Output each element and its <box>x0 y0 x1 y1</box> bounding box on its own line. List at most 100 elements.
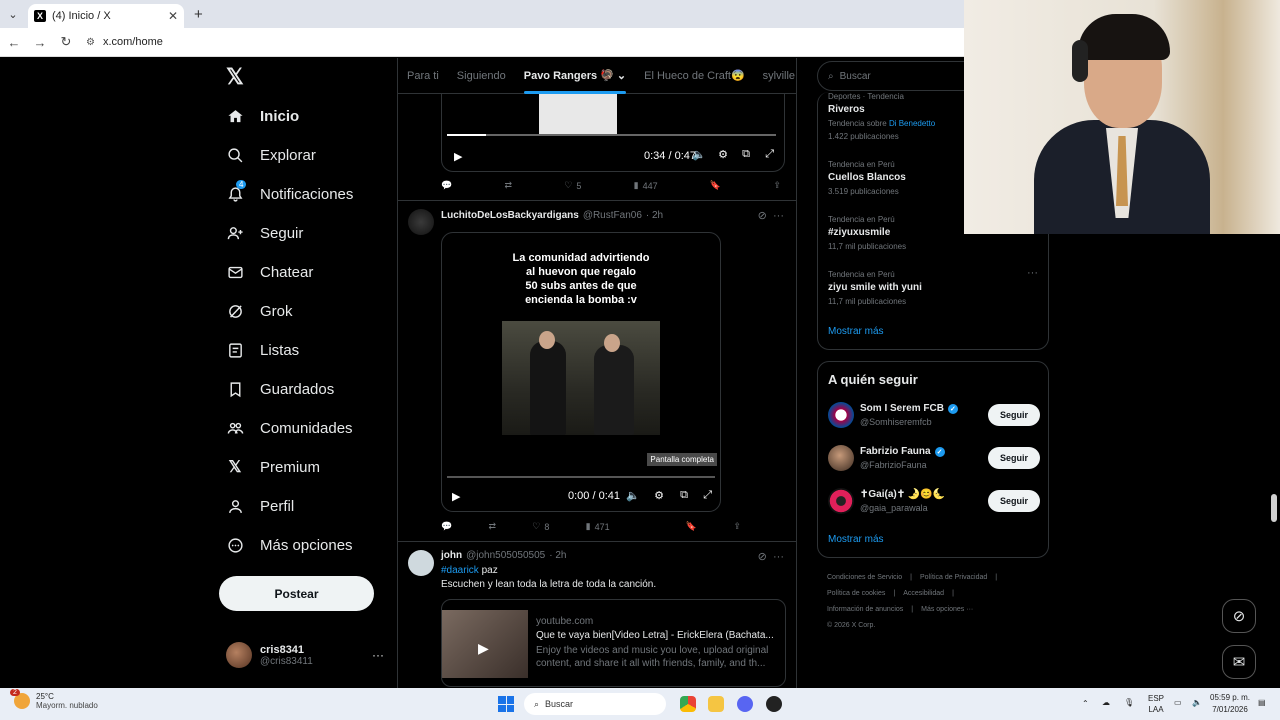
fullscreen-icon[interactable]: ⤢ <box>765 148 774 161</box>
like-button[interactable]: ♡ 5 <box>564 180 581 191</box>
share-icon[interactable]: ⇪ <box>733 521 741 532</box>
more-horizontal-icon[interactable]: ··· <box>773 551 784 563</box>
reply-icon[interactable]: 💬 <box>441 521 452 532</box>
site-info-icon[interactable]: ⚙ <box>86 37 95 48</box>
discord-icon[interactable] <box>737 696 753 712</box>
clock[interactable]: 05:59 p. m. 7/01/2026 <box>1210 692 1250 716</box>
follow-suggestion[interactable]: ✝Gai(a)✝ 🌛😊🌜 @gaia_parawala Seguir <box>828 485 1040 517</box>
nav-premium[interactable]: 𝕏 Premium <box>226 454 320 480</box>
video-player[interactable]: ▶ 0:34 / 0:47 🔈 ⚙ ⧉ ⤢ <box>441 94 785 172</box>
nav-chat[interactable]: Chatear <box>226 259 313 285</box>
settings-icon[interactable]: ⚙ <box>654 489 664 502</box>
x-logo-icon[interactable]: 𝕏 <box>226 64 244 90</box>
chevron-up-icon[interactable]: ⌃ <box>1082 699 1089 708</box>
tweet-author-handle[interactable]: @john505050505 <box>466 550 545 561</box>
grok-fab-icon[interactable]: ⊘ <box>1222 599 1256 633</box>
chrome-icon[interactable] <box>680 696 696 712</box>
messages-fab-icon[interactable]: ✉ <box>1222 645 1256 679</box>
like-button[interactable]: ♡ 8 <box>532 521 549 532</box>
microphone-icon[interactable]: 🎙 <box>1124 698 1134 707</box>
nav-profile[interactable]: Perfil <box>226 493 294 519</box>
tab-search-icon[interactable]: ⌄ <box>0 0 26 28</box>
nav-grok[interactable]: Grok <box>226 298 293 324</box>
follow-button[interactable]: Seguir <box>988 490 1040 512</box>
grok-icon[interactable]: ⊘ <box>758 551 767 563</box>
tweet-author-handle[interactable]: @RustFan06 <box>583 210 642 221</box>
tab-for-you[interactable]: Para ti <box>398 58 448 94</box>
footer-ads-info[interactable]: Información de anuncios <box>827 606 903 613</box>
avatar[interactable] <box>408 209 434 235</box>
nav-follow[interactable]: Seguir <box>226 220 303 246</box>
more-horizontal-icon[interactable]: ··· <box>1027 267 1038 279</box>
tab-following[interactable]: Siguiendo <box>448 58 515 94</box>
follow-button[interactable]: Seguir <box>988 404 1040 426</box>
nav-communities[interactable]: Comunidades <box>226 415 353 441</box>
show-more-link[interactable]: Mostrar más <box>828 534 884 545</box>
tweet-time[interactable]: · 2h <box>646 210 663 221</box>
new-tab-icon[interactable]: + <box>194 6 203 23</box>
nav-home[interactable]: Inicio <box>226 103 299 129</box>
trend-item[interactable]: Tendencia en Perú ziyu smile with yuni 1… <box>828 270 922 306</box>
cloud-icon[interactable]: ☁ <box>1102 698 1110 707</box>
nav-bookmarks[interactable]: Guardados <box>226 376 334 402</box>
bookmark-icon[interactable]: 🔖 <box>710 180 721 191</box>
nav-lists[interactable]: Listas <box>226 337 299 363</box>
more-horizontal-icon[interactable]: ··· <box>773 210 784 222</box>
trend-item[interactable]: Deportes · Tendencia Riveros Tendencia s… <box>828 92 935 141</box>
nav-notifications[interactable]: 4 Notificaciones <box>226 180 353 207</box>
link-card[interactable]: ▶ youtube.com Que te vaya bien[Video Let… <box>441 599 786 687</box>
video-progress-bar[interactable] <box>447 476 715 478</box>
reply-icon[interactable]: 💬 <box>441 180 452 191</box>
network-icon[interactable]: ▭ <box>1174 698 1182 707</box>
views-button[interactable]: ▮ 471 <box>586 521 610 532</box>
obs-icon[interactable] <box>766 696 782 712</box>
trend-item[interactable]: Tendencia en Perú Cuellos Blancos 3.519 … <box>828 160 906 196</box>
volume-icon[interactable]: 🔈 <box>626 489 640 502</box>
footer-accessibility[interactable]: Accesibilidad <box>903 590 944 597</box>
tweet-author-name[interactable]: LuchitoDeLosBackyardigans <box>441 210 579 221</box>
video-player[interactable]: La comunidad advirtiendo al huevon que r… <box>441 232 721 512</box>
back-icon[interactable]: ← <box>2 35 26 50</box>
footer-terms[interactable]: Condiciones de Servicio <box>827 574 902 581</box>
video-progress-bar[interactable] <box>447 134 776 136</box>
share-icon[interactable]: ⇪ <box>773 180 781 191</box>
trend-item[interactable]: Tendencia en Perú #ziyuxusmile 11,7 mil … <box>828 215 906 251</box>
follow-suggestion[interactable]: Som I Serem FCB ✓ @Somhiseremfcb Seguir <box>828 399 1040 431</box>
footer-more[interactable]: Más opciones ··· <box>921 606 973 613</box>
settings-icon[interactable]: ⚙ <box>718 148 728 161</box>
follow-suggestion[interactable]: Fabrizio Fauna ✓ @FabrizioFauna Seguir <box>828 442 1040 474</box>
volume-icon[interactable]: 🔈 <box>692 148 706 161</box>
reload-icon[interactable]: ↻ <box>54 34 78 50</box>
bookmark-icon[interactable]: 🔖 <box>686 521 697 532</box>
post-button[interactable]: Postear <box>219 576 374 611</box>
show-more-link[interactable]: Mostrar más <box>828 326 884 337</box>
nav-more[interactable]: Más opciones <box>226 532 353 558</box>
avatar[interactable] <box>408 550 434 576</box>
hashtag-link[interactable]: #daarick <box>441 565 479 576</box>
weather-widget[interactable]: 2 25°C Mayorm. nublado <box>10 689 98 710</box>
tweet-author-name[interactable]: john <box>441 550 462 561</box>
retweet-icon[interactable]: ⇄ <box>504 180 512 191</box>
notification-center-icon[interactable]: ▤ <box>1258 698 1266 707</box>
tab-pavo-rangers[interactable]: Pavo Rangers 🦃 ⌄ <box>515 58 635 94</box>
nav-explore[interactable]: Explorar <box>226 142 316 168</box>
grok-icon[interactable]: ⊘ <box>758 210 767 222</box>
browser-tab[interactable]: X (4) Inicio / X ✕ <box>28 4 184 28</box>
pip-icon[interactable]: ⧉ <box>680 489 688 502</box>
footer-privacy[interactable]: Política de Privacidad <box>920 574 987 581</box>
url-field[interactable]: ⚙ x.com/home <box>86 36 163 48</box>
close-tab-icon[interactable]: ✕ <box>168 9 178 23</box>
play-icon[interactable]: ▶ <box>454 150 462 163</box>
windows-start-icon[interactable] <box>498 696 514 712</box>
file-explorer-icon[interactable] <box>708 696 724 712</box>
retweet-icon[interactable]: ⇄ <box>488 521 496 532</box>
play-icon[interactable]: ▶ <box>452 490 460 503</box>
tab-el-hueco[interactable]: El Hueco de Craft😨 <box>635 58 754 94</box>
volume-icon[interactable]: 🔈 <box>1192 698 1202 707</box>
footer-cookies[interactable]: Política de cookies <box>827 590 885 597</box>
forward-icon[interactable]: → <box>28 35 52 50</box>
more-horizontal-icon[interactable]: ··· <box>372 648 384 662</box>
follow-button[interactable]: Seguir <box>988 447 1040 469</box>
trend-about-link[interactable]: Di Benedetto <box>889 119 935 128</box>
fullscreen-icon[interactable]: ⤢ <box>703 489 712 502</box>
